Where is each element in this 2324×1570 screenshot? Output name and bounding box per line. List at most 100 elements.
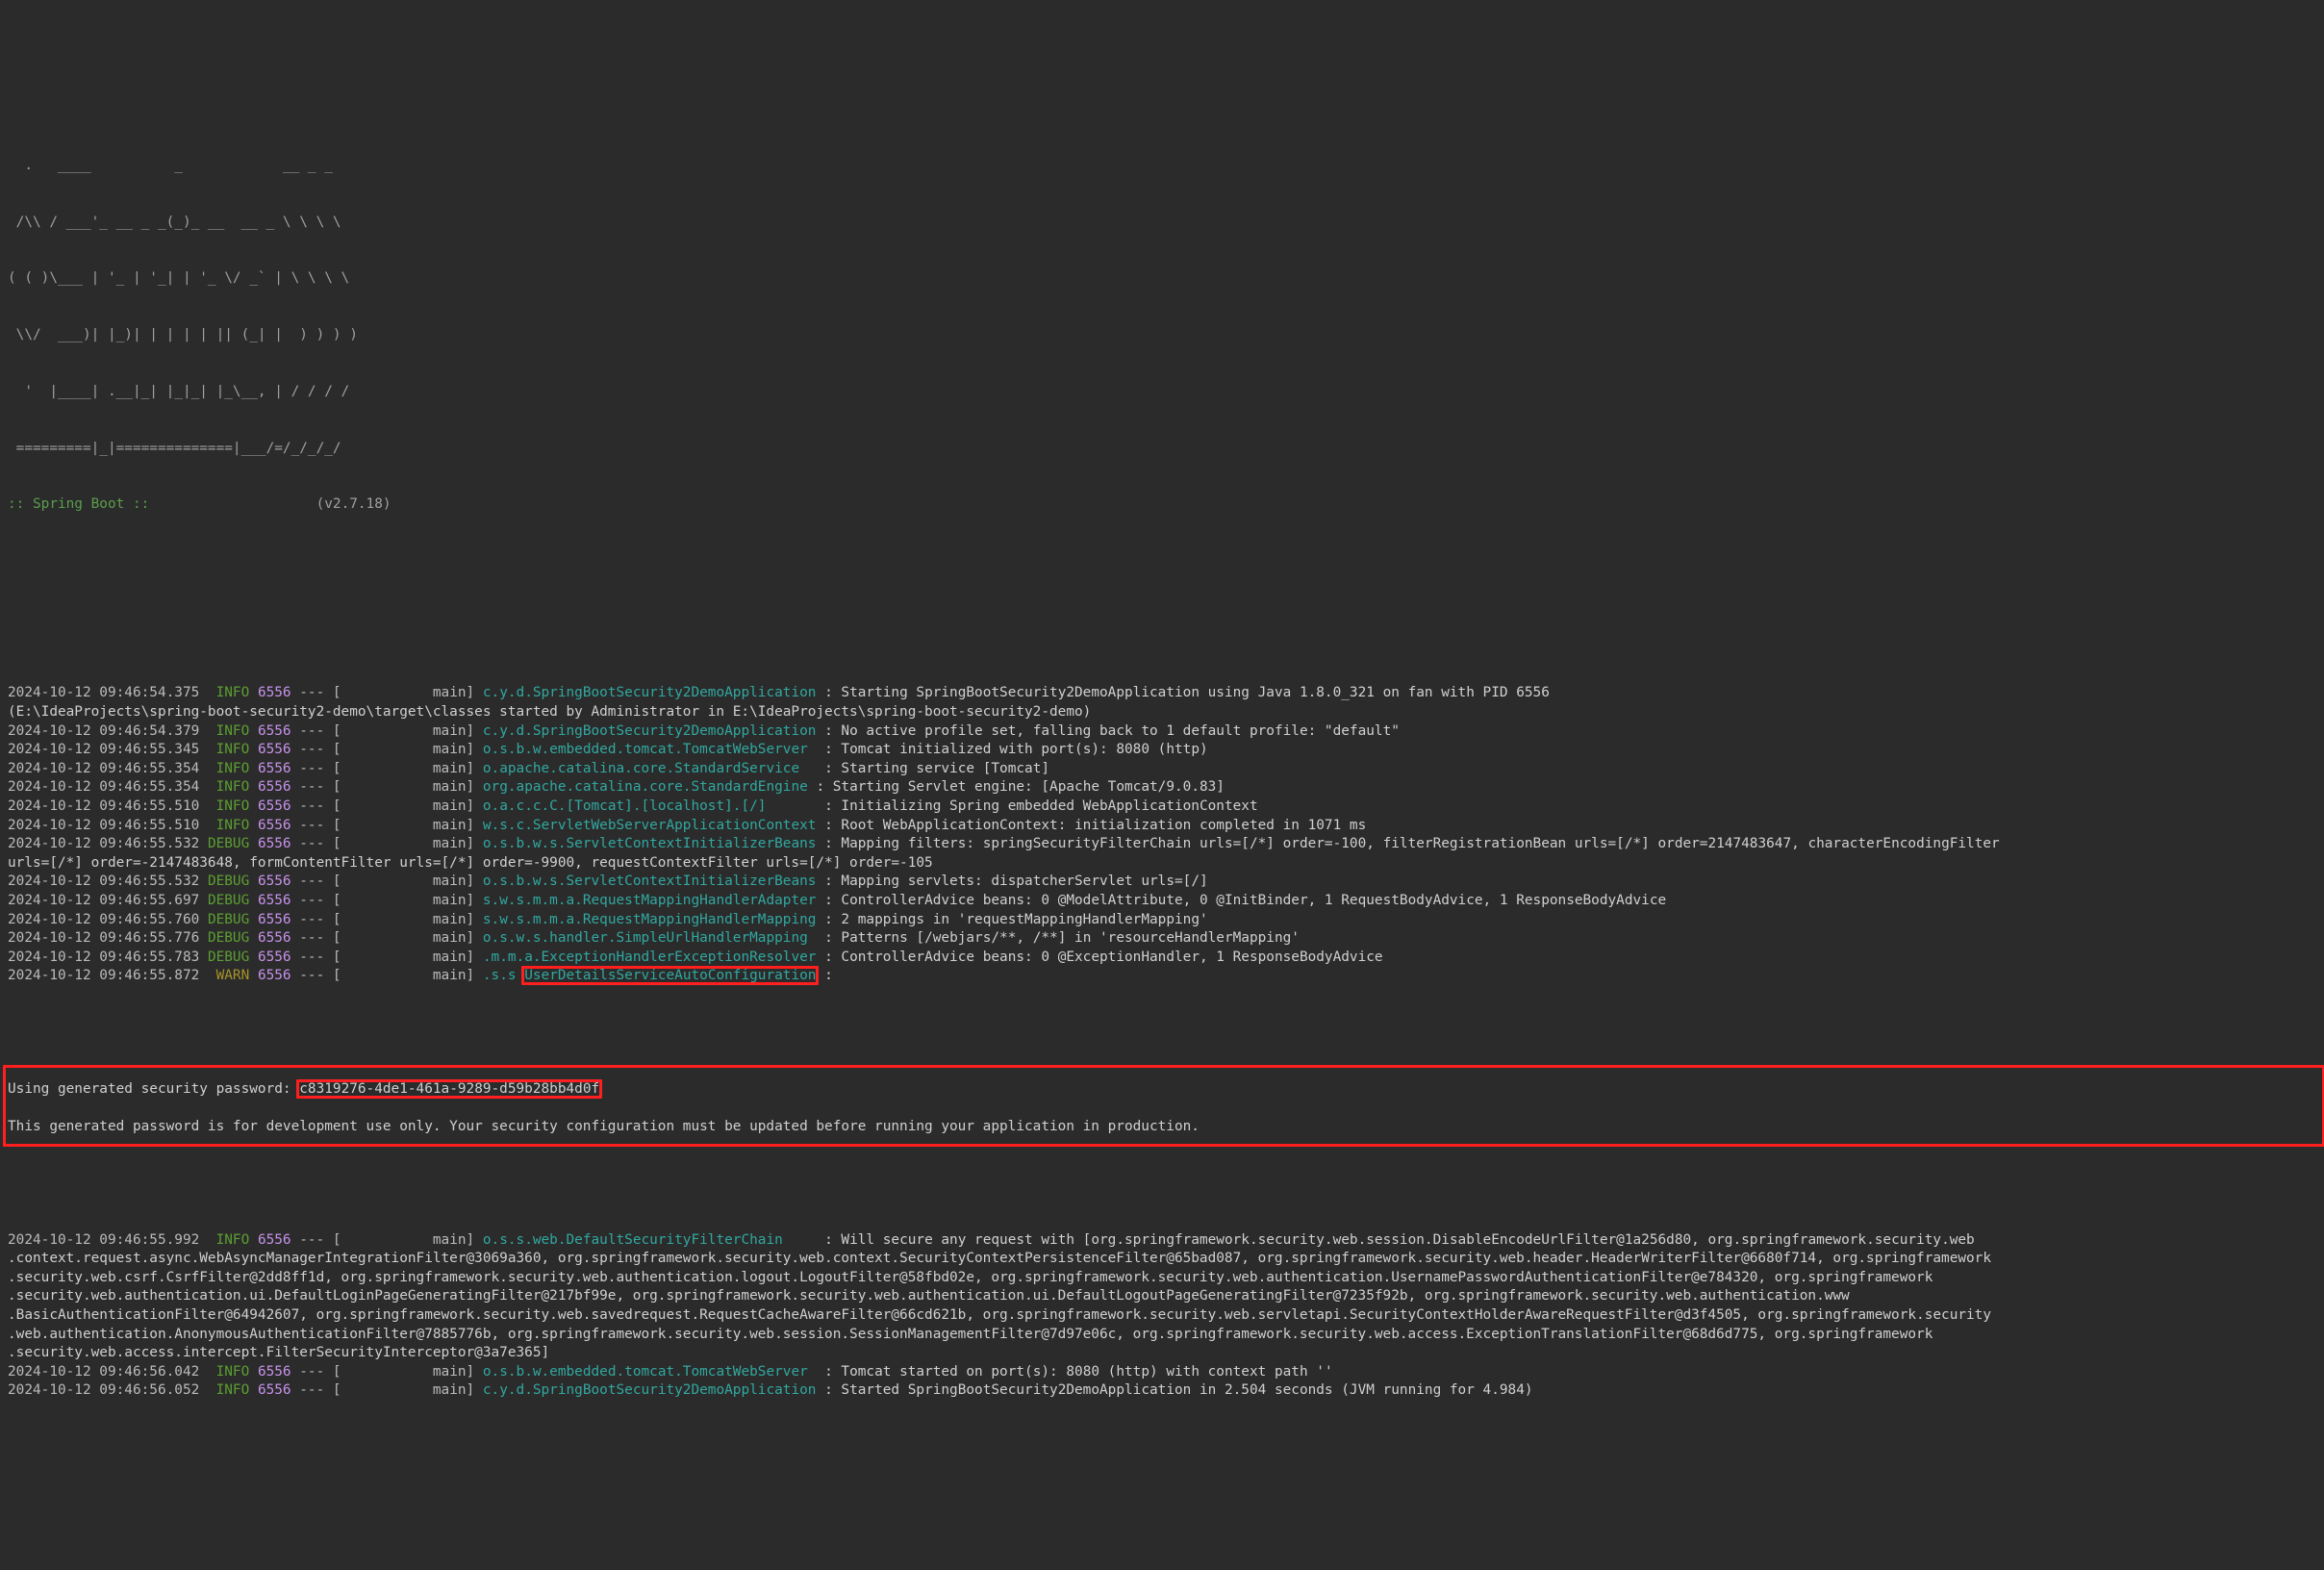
log-gap xyxy=(249,798,258,814)
log-entry-line: 2024-10-12 09:46:55.354 INFO 6556 --- [ … xyxy=(8,760,2316,779)
log-pid: 6556 xyxy=(257,968,291,984)
log-logger: o.s.b.w.embedded.tomcat.TomcatWebServer xyxy=(482,1363,808,1380)
log-thread: [ main] xyxy=(332,760,483,776)
log-thread: [ main] xyxy=(332,1231,483,1248)
log-gap xyxy=(249,893,258,908)
log-continuation-text: .context.request.async.WebAsyncManagerIn… xyxy=(8,1251,1992,1267)
log-logger: s.w.s.m.m.a.RequestMappingHandlerAdapter xyxy=(482,892,817,908)
log-pid: 6556 xyxy=(257,685,291,701)
log-message: : Tomcat started on port(s): 8080 (http)… xyxy=(807,1363,1333,1380)
generated-password-notice-text: This generated password is for developme… xyxy=(8,1119,1200,1135)
log-continuation-line: .context.request.async.WebAsyncManagerIn… xyxy=(8,1250,2316,1269)
log-entry-line: 2024-10-12 09:46:56.042 INFO 6556 --- [ … xyxy=(8,1363,2316,1382)
log-message: : Mapping filters: springSecurityFilterC… xyxy=(816,836,2000,852)
log-level: WARN xyxy=(215,968,250,984)
log-pid: 6556 xyxy=(257,760,291,776)
log-logger: c.y.d.SpringBootSecurity2DemoApplication xyxy=(482,685,817,701)
log-gap xyxy=(249,912,258,927)
banner-line: /\\ / ___'_ __ _ _(_)_ __ __ _ \ \ \ \ xyxy=(8,214,341,230)
log-pid: 6556 xyxy=(257,1382,291,1399)
banner-version-line: :: Spring Boot :: (v2.7.18) xyxy=(8,495,2316,515)
log-timestamp: 2024-10-12 09:46:55.354 xyxy=(8,760,208,776)
log-gap xyxy=(249,723,258,739)
generated-password-value: c8319276-4de1-461a-9289-d59b28bb4d0f xyxy=(299,1080,600,1097)
log-level: INFO xyxy=(215,798,250,814)
log-level: DEBUG xyxy=(207,874,250,890)
log-separator: --- xyxy=(290,1231,333,1248)
log-continuation-line: urls=[/*] order=-2147483648, formContent… xyxy=(8,854,2316,874)
log-logger-prefix: .s.s xyxy=(482,968,525,984)
log-continuation-line: .security.web.access.intercept.FilterSec… xyxy=(8,1344,2316,1363)
log-gap xyxy=(249,950,258,965)
log-timestamp: 2024-10-12 09:46:55.510 xyxy=(8,817,208,833)
log-level: INFO xyxy=(215,1382,250,1399)
log-entry-line: 2024-10-12 09:46:55.776 DEBUG 6556 --- [… xyxy=(8,929,2316,949)
log-entry-line: 2024-10-12 09:46:55.783 DEBUG 6556 --- [… xyxy=(8,949,2316,968)
log-separator: --- xyxy=(290,742,333,758)
log-timestamp: 2024-10-12 09:46:54.379 xyxy=(8,722,208,739)
log-message: : Tomcat initialized with port(s): 8080 … xyxy=(807,742,1208,758)
log-gap xyxy=(249,1364,258,1380)
log-pid: 6556 xyxy=(257,798,291,814)
log-gap xyxy=(249,742,258,757)
log-level-pad xyxy=(208,968,216,983)
log-separator: --- xyxy=(290,911,333,927)
log-continuation-text: .security.web.authentication.ui.DefaultL… xyxy=(8,1288,1850,1304)
log-timestamp: 2024-10-12 09:46:55.992 xyxy=(8,1231,208,1248)
generated-password-block: Using generated security password: c8319… xyxy=(8,1061,2316,1155)
log-message: : Starting service [Tomcat] xyxy=(799,760,1050,776)
log-gap xyxy=(249,1382,258,1398)
log-message: : Starting SpringBootSecurity2DemoApplic… xyxy=(816,685,1550,701)
log-message: : Starting Servlet engine: [Apache Tomca… xyxy=(807,779,1225,796)
log-entry-line: 2024-10-12 09:46:55.345 INFO 6556 --- [ … xyxy=(8,741,2316,760)
log-continuation-text: .security.web.access.intercept.FilterSec… xyxy=(8,1345,550,1361)
log-pid: 6556 xyxy=(257,930,291,947)
spring-boot-banner: . ____ _ __ _ _ /\\ / ___'_ __ _ _(_)_ _… xyxy=(8,119,2316,609)
log-pid: 6556 xyxy=(257,911,291,927)
log-continuation-text: (E:\IdeaProjects\spring-boot-security2-d… xyxy=(8,703,1092,720)
log-separator: --- xyxy=(290,1363,333,1380)
log-entry-line: 2024-10-12 09:46:55.697 DEBUG 6556 --- [… xyxy=(8,892,2316,911)
log-gap xyxy=(249,836,258,851)
log-entry-line: 2024-10-12 09:46:55.510 INFO 6556 --- [ … xyxy=(8,798,2316,817)
log-entry-line: 2024-10-12 09:46:54.379 INFO 6556 --- [ … xyxy=(8,722,2316,742)
log-entry-line: 2024-10-12 09:46:54.375 INFO 6556 --- [ … xyxy=(8,684,2316,703)
log-logger: o.s.s.web.DefaultSecurityFilterChain xyxy=(482,1231,783,1248)
log-message: : ControllerAdvice beans: 0 @ModelAttrib… xyxy=(816,892,1667,908)
log-message: : Initializing Spring embedded WebApplic… xyxy=(766,798,1258,814)
log-thread: [ main] xyxy=(332,722,483,739)
log-continuation-text: .security.web.csrf.CsrfFilter@2dd8ff1d, … xyxy=(8,1269,1933,1285)
log-timestamp: 2024-10-12 09:46:55.760 xyxy=(8,911,208,927)
log-pid: 6556 xyxy=(257,874,291,890)
log-logger: o.apache.catalina.core.StandardService xyxy=(482,760,800,776)
log-logger: .m.m.a.ExceptionHandlerExceptionResolver xyxy=(482,949,817,965)
log-pid: 6556 xyxy=(257,817,291,833)
generated-password-label: Using generated security password: xyxy=(8,1080,300,1097)
log-separator: --- xyxy=(290,892,333,908)
log-gap xyxy=(249,930,258,946)
log-level: DEBUG xyxy=(207,892,250,908)
log-timestamp: 2024-10-12 09:46:54.375 xyxy=(8,685,208,701)
log-logger: o.a.c.c.C.[Tomcat].[localhost].[/] xyxy=(482,798,767,814)
log-continuation-text: .web.authentication.AnonymousAuthenticat… xyxy=(8,1326,1933,1342)
log-gap xyxy=(249,968,258,983)
console-output-pane[interactable]: . ____ _ __ _ _ /\\ / ___'_ __ _ _(_)_ _… xyxy=(0,0,2324,1398)
log-message: : 2 mappings in 'requestMappingHandlerMa… xyxy=(816,911,1208,927)
log-separator: --- xyxy=(290,760,333,776)
log-logger: org.apache.catalina.core.StandardEngine xyxy=(482,779,808,796)
log-level-pad xyxy=(208,779,216,795)
log-message: : Mapping servlets: dispatcherServlet ur… xyxy=(816,874,1208,890)
log-timestamp: 2024-10-12 09:46:55.697 xyxy=(8,892,208,908)
log-continuation-line: .security.web.csrf.CsrfFilter@2dd8ff1d, … xyxy=(8,1269,2316,1288)
log-thread: [ main] xyxy=(332,892,483,908)
banner-line: . ____ _ __ _ _ xyxy=(8,157,333,173)
log-level: INFO xyxy=(215,817,250,833)
banner-version-value: (v2.7.18) xyxy=(316,496,392,513)
log-logger: o.s.b.w.embedded.tomcat.TomcatWebServer xyxy=(482,742,808,758)
log-continuation-line: .security.web.authentication.ui.DefaultL… xyxy=(8,1287,2316,1306)
log-timestamp: 2024-10-12 09:46:55.532 xyxy=(8,874,208,890)
log-pid: 6556 xyxy=(257,779,291,796)
log-gap xyxy=(249,761,258,776)
log-message: : Started SpringBootSecurity2DemoApplica… xyxy=(816,1382,1533,1399)
log-level-pad xyxy=(208,1382,216,1398)
